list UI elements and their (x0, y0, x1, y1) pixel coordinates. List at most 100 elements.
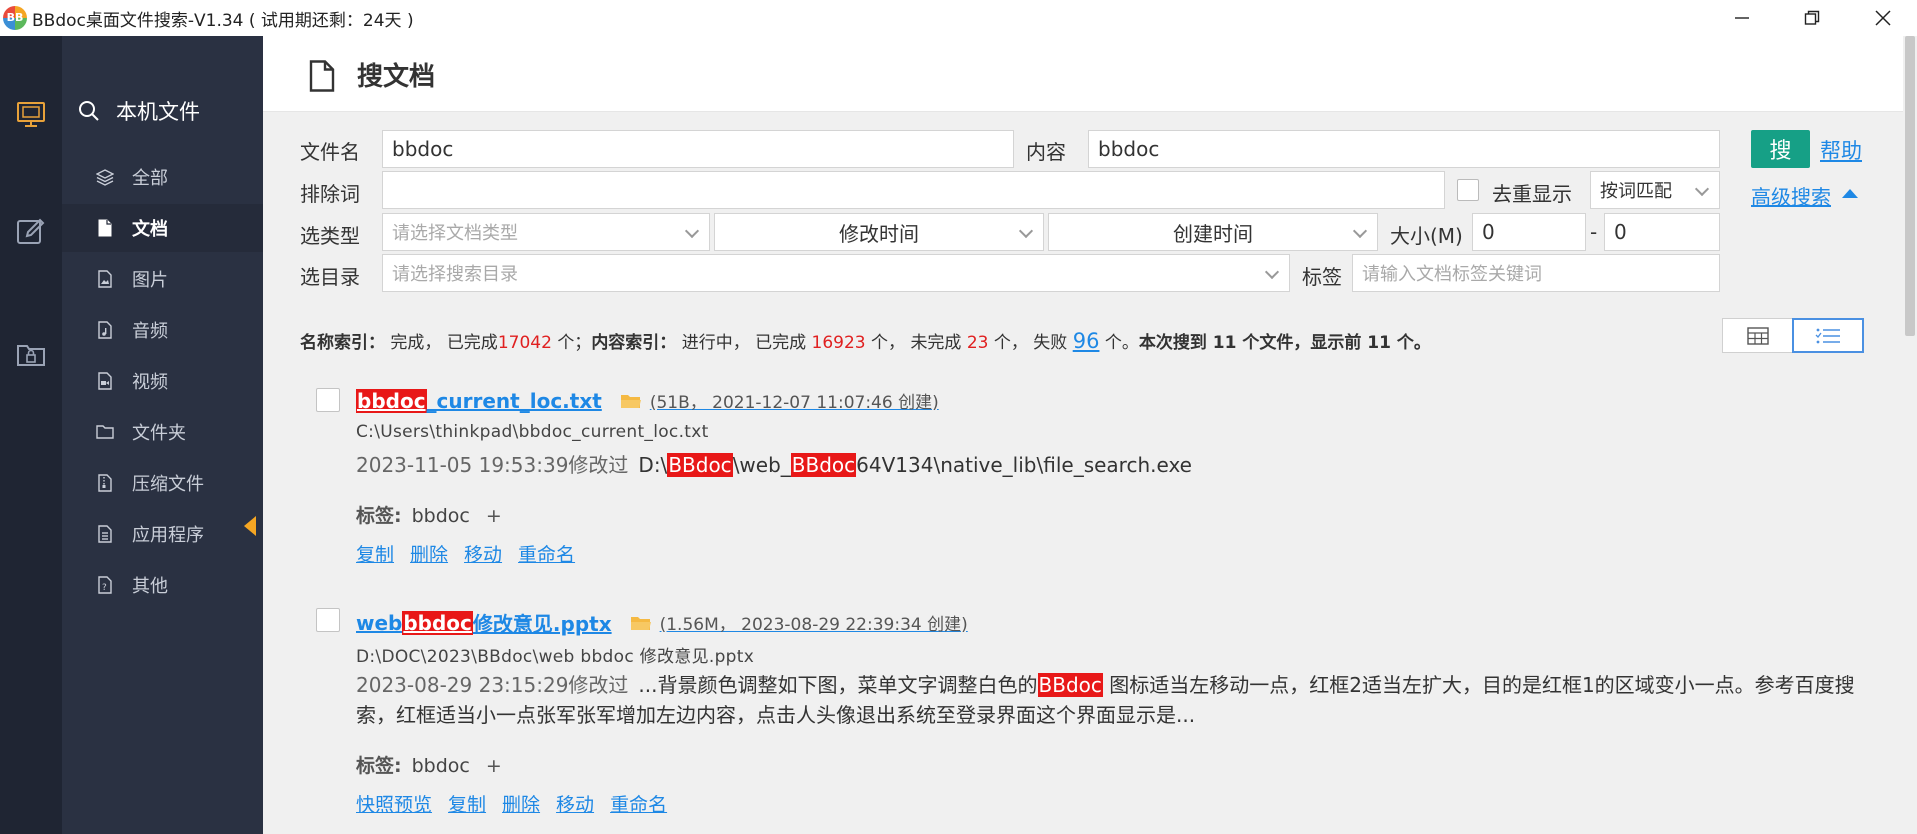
add-tag-button[interactable]: + (486, 505, 502, 527)
maximize-button[interactable] (1784, 0, 1840, 36)
document-icon (96, 219, 114, 237)
type-select[interactable]: 请选择文档类型 (382, 213, 710, 251)
chevron-down-icon (1264, 264, 1280, 280)
copy-link[interactable]: 复制 (448, 794, 486, 816)
match-mode-value: 按词匹配 (1600, 181, 1672, 202)
created-time-label: 创建时间 (1173, 221, 1253, 246)
snippet-text: D:\ (638, 453, 668, 477)
tag-label: 标签: (356, 755, 402, 777)
fail-count-link[interactable]: 96 (1073, 329, 1100, 353)
filename-input[interactable]: bbdoc (382, 130, 1014, 168)
size-min-input[interactable]: 0 (1472, 213, 1586, 251)
exclude-label: 排除词 (300, 182, 360, 206)
exclude-input[interactable] (382, 171, 1445, 209)
sidebar-item-label: 文档 (132, 219, 168, 240)
monitor-icon[interactable] (15, 98, 47, 130)
rename-link[interactable]: 重命名 (518, 544, 575, 566)
scrollbar-thumb[interactable] (1905, 36, 1915, 336)
filename-label: 文件名 (300, 140, 360, 164)
sidebar: 本机文件 全部 文档 图片 音频 视频 文件夹 压缩文件 应用程序 ? 其他 (62, 36, 263, 834)
collapse-arrow-icon[interactable] (244, 516, 256, 536)
snippet-text: ...背景颜色调整如下图，菜单文字调整白色的 (638, 673, 1038, 697)
dedupe-checkbox[interactable] (1457, 179, 1479, 201)
folder-lock-icon[interactable] (15, 338, 47, 370)
video-icon (96, 372, 114, 390)
edit-icon[interactable] (15, 216, 47, 248)
open-folder-icon[interactable] (620, 392, 642, 410)
sidebar-item-applications[interactable]: 应用程序 (62, 510, 263, 558)
sidebar-item-images[interactable]: 图片 (62, 255, 263, 303)
list-icon (1815, 328, 1840, 343)
open-folder-icon[interactable] (630, 614, 652, 632)
title-rest: 修改意见.pptx (472, 612, 612, 636)
audio-icon (96, 321, 114, 339)
sidebar-item-label: 其他 (132, 576, 168, 597)
advanced-search-link[interactable]: 高级搜索 (1751, 181, 1831, 210)
tag-input[interactable]: 请输入文档标签关键词 (1352, 254, 1720, 292)
list-view-button[interactable] (1792, 318, 1864, 353)
help-link[interactable]: 帮助 (1820, 135, 1862, 165)
directory-select[interactable]: 请选择搜索目录 (382, 254, 1290, 292)
search-button[interactable]: 搜 (1751, 130, 1810, 168)
result-item: web bbdoc 修改意见.pptx (1.56M， 2023-08-29 2… (300, 608, 1890, 828)
result-snippet: 2023-08-29 23:15:29修改过 ...背景颜色调整如下图，菜单文字调… (356, 670, 1866, 730)
result-title-link[interactable]: web bbdoc 修改意见.pptx (1.56M， 2023-08-29 2… (356, 608, 968, 637)
delete-link[interactable]: 删除 (410, 544, 448, 566)
sidebar-item-audio[interactable]: 音频 (62, 306, 263, 354)
result-checkbox[interactable] (316, 608, 340, 632)
content-index-label: 内容索引： (591, 333, 677, 353)
result-path: C:\Users\thinkpad\bbdoc_current_loc.txt (356, 422, 709, 442)
sidebar-item-all[interactable]: 全部 (62, 153, 263, 201)
result-meta: (1.56M， 2023-08-29 22:39:34 创建) (659, 615, 968, 635)
caret-up-icon[interactable] (1842, 189, 1858, 198)
match-mode-select[interactable]: 按词匹配 (1590, 171, 1720, 209)
snippet-highlight: BBdoc (790, 453, 857, 477)
image-icon (96, 270, 114, 288)
move-link[interactable]: 移动 (556, 794, 594, 816)
unit-comma: 个， (871, 333, 906, 353)
content-input[interactable]: bbdoc (1088, 130, 1720, 168)
copy-link[interactable]: 复制 (356, 544, 394, 566)
sidebar-item-folders[interactable]: 文件夹 (62, 408, 263, 456)
sidebar-item-other[interactable]: ? 其他 (62, 561, 263, 609)
size-label: 大小(M) (1390, 224, 1463, 248)
tag-label: 标签: (356, 505, 402, 527)
app-icon (96, 525, 114, 543)
close-button[interactable] (1855, 0, 1911, 36)
sidebar-header[interactable]: 本机文件 (78, 96, 200, 126)
result-checkbox[interactable] (316, 388, 340, 412)
rename-link[interactable]: 重命名 (610, 794, 667, 816)
title-rest: _current_loc.txt (426, 388, 602, 413)
snippet-text: \web_ (732, 453, 791, 477)
sidebar-item-archives[interactable]: 压缩文件 (62, 459, 263, 507)
tag-placeholder: 请输入文档标签关键词 (1362, 264, 1542, 285)
sidebar-item-label: 图片 (132, 270, 168, 291)
sidebar-item-video[interactable]: 视频 (62, 357, 263, 405)
modified-time-select[interactable]: 修改时间 (714, 213, 1044, 251)
chevron-down-icon (1018, 223, 1034, 239)
unit-dot: 个。 (1104, 333, 1139, 353)
add-tag-button[interactable]: + (486, 755, 502, 777)
name-index-state: 完成， (390, 333, 442, 353)
name-index-label: 名称索引： (300, 333, 385, 353)
sidebar-item-documents[interactable]: 文档 (62, 204, 263, 252)
tag-label: 标签 (1302, 265, 1342, 289)
content-label: 内容 (1026, 140, 1066, 164)
move-link[interactable]: 移动 (464, 544, 502, 566)
name-done-count: 17042 (497, 333, 552, 353)
vertical-scrollbar[interactable] (1903, 36, 1917, 834)
table-view-button[interactable] (1722, 318, 1794, 353)
result-meta: (51B， 2021-12-07 11:07:46 创建) (649, 393, 939, 413)
document-icon (309, 60, 335, 92)
search-icon (79, 101, 99, 121)
sidebar-item-label: 应用程序 (132, 525, 204, 546)
created-time-select[interactable]: 创建时间 (1048, 213, 1378, 251)
minimize-button[interactable] (1714, 0, 1770, 36)
title-highlight: bbdoc (356, 388, 427, 413)
snapshot-preview-link[interactable]: 快照预览 (356, 794, 432, 816)
delete-link[interactable]: 删除 (502, 794, 540, 816)
result-title-link[interactable]: bbdoc _current_loc.txt (51B， 2021-12-07 1… (356, 388, 939, 413)
content-done-count: 16923 (811, 333, 866, 353)
size-max-input[interactable]: 0 (1604, 213, 1720, 251)
snippet-text: 64V134\native_lib\file_search.exe (856, 453, 1192, 477)
